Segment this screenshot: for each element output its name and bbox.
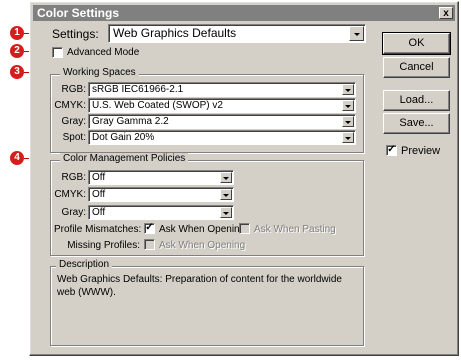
ask-when-opening-label: Ask When Opening [159, 224, 246, 235]
ws-cmyk-select[interactable]: U.S. Web Coated (SWOP) v2 [88, 98, 356, 113]
settings-select[interactable]: Web Graphics Defaults [108, 24, 366, 43]
title-bar: Color Settings x [33, 5, 455, 21]
missing-profiles-label: Missing Profiles: [67, 240, 140, 251]
annotation-badge-4: 4 [10, 151, 24, 165]
chevron-down-icon[interactable] [220, 189, 232, 200]
cm-rgb-value: Off [92, 172, 106, 183]
load-button[interactable]: Load... [383, 90, 450, 111]
cm-gray-select[interactable]: Off [88, 205, 234, 220]
missing-ask-when-opening-label: Ask When Opening [159, 240, 246, 251]
ws-gray-label: Gray: [61, 116, 86, 127]
ws-rgb-label: RGB: [61, 84, 86, 95]
ask-when-pasting-checkbox[interactable] [239, 223, 250, 234]
chevron-down-icon[interactable] [342, 116, 354, 127]
chevron-down-icon[interactable] [220, 207, 232, 218]
color-settings-dialog: Color Settings x Settings: Web Graphics … [29, 1, 459, 356]
ws-spot-label: Spot: [62, 132, 86, 143]
ws-cmyk-value: U.S. Web Coated (SWOP) v2 [92, 100, 223, 111]
ws-rgb-value: sRGB IEC61966-2.1 [92, 84, 184, 95]
chevron-down-icon[interactable] [342, 100, 354, 111]
preview-checkbox[interactable]: ✓ [386, 145, 397, 156]
cm-rgb-select[interactable]: Off [88, 170, 234, 185]
profile-mismatches-label: Profile Mismatches: [54, 224, 142, 235]
window-title: Color Settings [37, 6, 120, 20]
ask-when-opening-checkbox[interactable]: ✓ [144, 223, 155, 234]
annotation-badge-2: 2 [10, 44, 24, 58]
annotation-badge-3: 3 [10, 65, 24, 79]
chevron-down-icon[interactable] [342, 84, 354, 95]
chevron-down-icon[interactable] [220, 172, 232, 183]
chevron-down-icon[interactable] [342, 132, 354, 143]
ws-cmyk-label: CMYK: [54, 100, 86, 111]
ws-rgb-select[interactable]: sRGB IEC61966-2.1 [88, 82, 356, 97]
cm-rgb-label: RGB: [61, 172, 86, 183]
description-title: Description [56, 259, 113, 270]
cm-cmyk-select[interactable]: Off [88, 187, 234, 202]
annotation-badge-1: 1 [10, 26, 24, 40]
chevron-down-icon[interactable] [349, 26, 364, 41]
ok-button[interactable]: OK [382, 32, 451, 55]
cancel-button[interactable]: Cancel [383, 57, 450, 78]
settings-label: Settings: [52, 27, 99, 41]
ws-gray-select[interactable]: Gray Gamma 2.2 [88, 114, 356, 129]
save-button[interactable]: Save... [383, 113, 450, 134]
cm-cmyk-label: CMYK: [54, 189, 86, 200]
policies-title: Color Management Policies [60, 153, 189, 164]
ws-gray-value: Gray Gamma 2.2 [92, 116, 169, 127]
cm-cmyk-value: Off [92, 189, 106, 200]
close-icon[interactable]: x [439, 7, 453, 19]
advanced-mode-checkbox[interactable] [52, 47, 63, 58]
advanced-mode-label: Advanced Mode [67, 47, 140, 58]
working-spaces-title: Working Spaces [60, 67, 139, 78]
missing-ask-when-opening-checkbox[interactable] [144, 239, 155, 250]
settings-value: Web Graphics Defaults [113, 26, 237, 40]
ask-when-pasting-label: Ask When Pasting [254, 224, 336, 235]
preview-label: Preview [401, 145, 441, 157]
cm-gray-label: Gray: [61, 207, 86, 218]
cm-gray-value: Off [92, 207, 106, 218]
ws-spot-value: Dot Gain 20% [92, 132, 155, 143]
ws-spot-select[interactable]: Dot Gain 20% [88, 130, 356, 145]
description-text: Web Graphics Defaults: Preparation of co… [57, 274, 342, 298]
